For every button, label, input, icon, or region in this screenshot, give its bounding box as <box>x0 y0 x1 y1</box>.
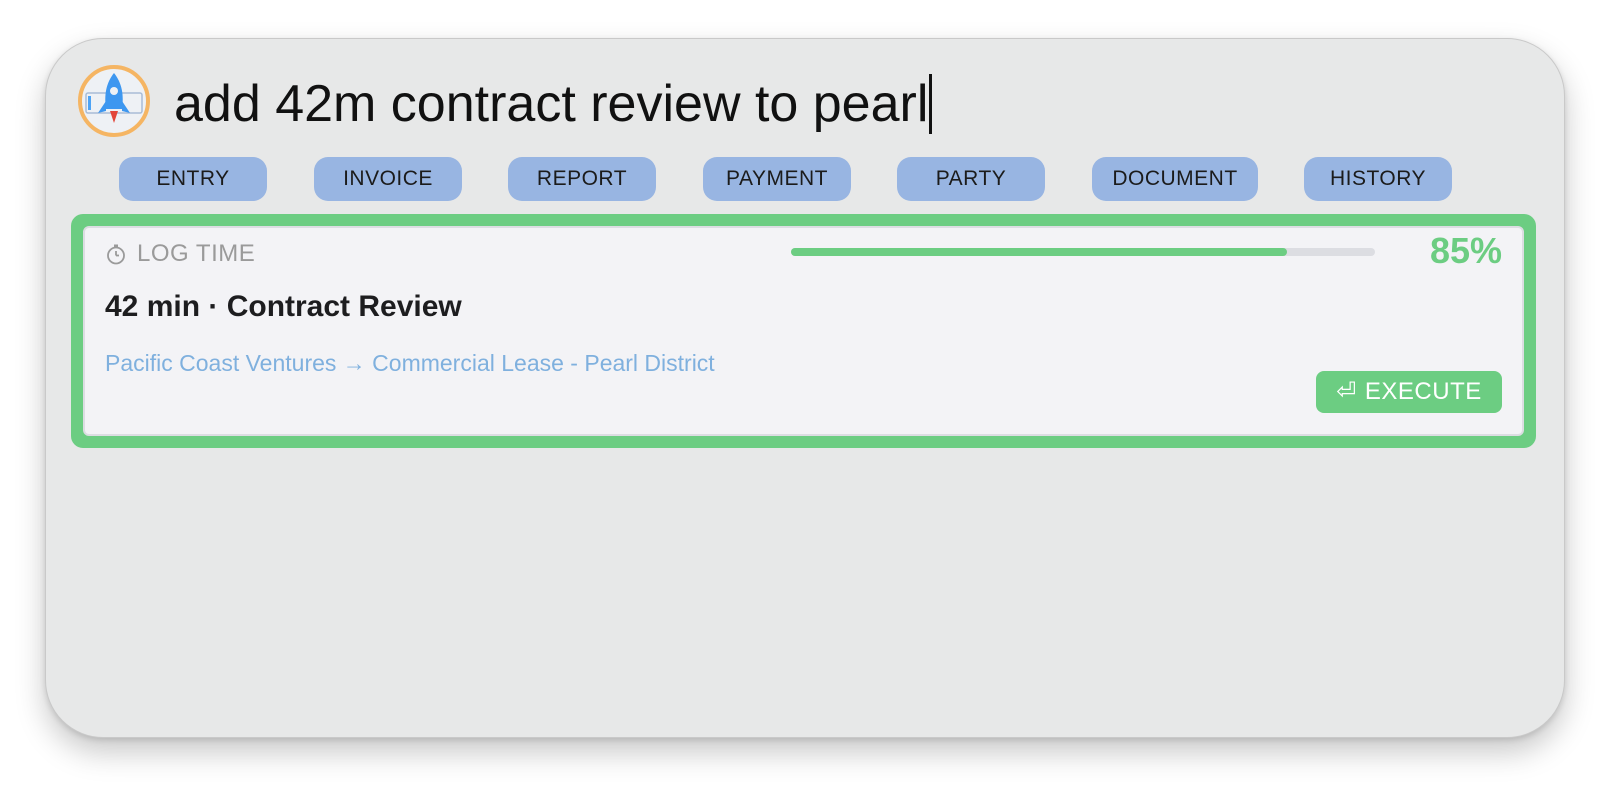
result-card-body: LOG TIME 85% 42 min · Contract Review Pa… <box>83 226 1524 436</box>
category-invoice[interactable]: INVOICE <box>314 157 462 201</box>
confidence-bar <box>791 248 1375 256</box>
result-card[interactable]: LOG TIME 85% 42 min · Contract Review Pa… <box>71 214 1536 448</box>
result-path[interactable]: Pacific Coast Ventures → Commercial Leas… <box>105 350 715 377</box>
result-kind: LOG TIME <box>105 240 255 268</box>
category-party[interactable]: PARTY <box>897 157 1045 201</box>
confidence-bar-fill <box>791 248 1288 256</box>
confidence-percent: 85% <box>1429 230 1502 271</box>
execute-button[interactable]: ⏎ EXECUTE <box>1316 371 1502 413</box>
search-input[interactable]: add 42m contract review to pearl <box>174 69 933 139</box>
result-kind-label: LOG TIME <box>137 240 256 267</box>
result-title: 42 min · Contract Review <box>105 290 462 323</box>
return-key-icon: ⏎ <box>1336 378 1357 405</box>
category-bar: ENTRY INVOICE REPORT PAYMENT PARTY DOCUM… <box>46 157 1564 201</box>
category-payment[interactable]: PAYMENT <box>703 157 851 201</box>
category-document[interactable]: DOCUMENT <box>1092 157 1258 201</box>
category-entry[interactable]: ENTRY <box>119 157 267 201</box>
rocket-app-icon <box>78 65 150 137</box>
execute-label: EXECUTE <box>1364 378 1482 405</box>
category-history[interactable]: HISTORY <box>1304 157 1452 201</box>
stopwatch-icon <box>105 243 127 265</box>
search-query-text: add 42m contract review to pearl <box>174 75 929 133</box>
launcher-window: add 42m contract review to pearl ENTRY I… <box>45 38 1565 738</box>
category-report[interactable]: REPORT <box>508 157 656 201</box>
text-caret <box>929 74 933 134</box>
